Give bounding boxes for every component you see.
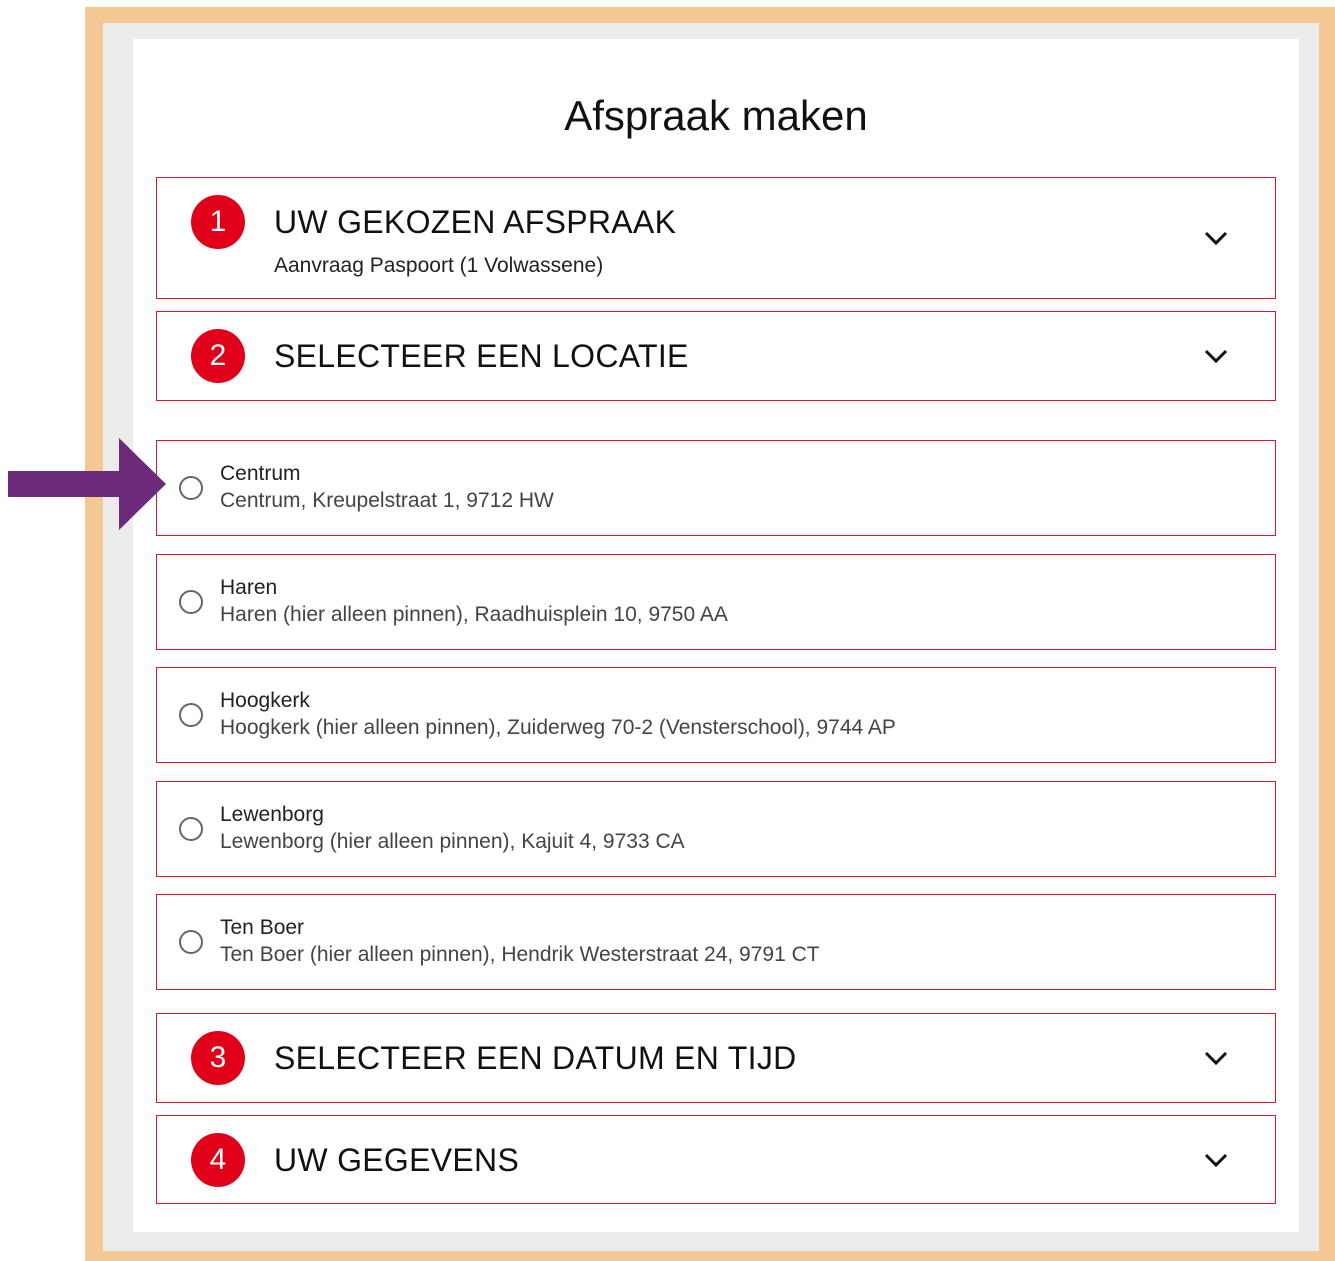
location-option-haren[interactable]: Haren Haren (hier alleen pinnen), Raadhu… [156, 554, 1276, 650]
location-name: Centrum [220, 462, 301, 485]
step-your-details[interactable]: 4 UW GEGEVENS [156, 1115, 1276, 1204]
step-title: UW GEKOZEN AFSPRAAK [274, 204, 677, 240]
step-select-date-time[interactable]: 3 SELECTEER EEN DATUM EN TIJD [156, 1013, 1276, 1103]
step-number-badge: 4 [191, 1133, 245, 1187]
location-address: Haren (hier alleen pinnen), Raadhuisplei… [220, 603, 728, 626]
step-number-badge: 1 [191, 195, 245, 249]
radio-button[interactable] [179, 590, 203, 614]
arrow-pointer-icon [8, 438, 166, 530]
location-address: Lewenborg (hier alleen pinnen), Kajuit 4… [220, 830, 685, 853]
step-number-badge: 2 [191, 329, 245, 383]
location-address: Centrum, Kreupelstraat 1, 9712 HW [220, 489, 554, 512]
page-title: Afspraak maken [564, 92, 868, 139]
step-chosen-appointment[interactable]: 1 UW GEKOZEN AFSPRAAK Aanvraag Paspoort … [156, 177, 1276, 299]
radio-button[interactable] [179, 930, 203, 954]
chevron-down-icon[interactable] [1203, 1152, 1229, 1168]
step-title: UW GEGEVENS [274, 1142, 520, 1178]
location-option-centrum[interactable]: Centrum Centrum, Kreupelstraat 1, 9712 H… [156, 440, 1276, 536]
chevron-down-icon[interactable] [1203, 1050, 1229, 1066]
location-option-lewenborg[interactable]: Lewenborg Lewenborg (hier alleen pinnen)… [156, 781, 1276, 877]
location-name: Lewenborg [220, 803, 324, 826]
location-name: Ten Boer [220, 916, 305, 939]
step-title: SELECTEER EEN DATUM EN TIJD [274, 1040, 797, 1076]
step-title: SELECTEER EEN LOCATIE [274, 338, 689, 374]
radio-button[interactable] [179, 476, 203, 500]
radio-button[interactable] [179, 817, 203, 841]
location-name: Hoogkerk [220, 689, 310, 712]
radio-button[interactable] [179, 703, 203, 727]
chevron-down-icon[interactable] [1203, 230, 1229, 246]
location-address: Ten Boer (hier alleen pinnen), Hendrik W… [220, 943, 820, 966]
step-subtitle: Aanvraag Paspoort (1 Volwassene) [274, 254, 604, 277]
step-number-badge: 3 [191, 1031, 245, 1085]
location-option-hoogkerk[interactable]: Hoogkerk Hoogkerk (hier alleen pinnen), … [156, 667, 1276, 763]
location-option-ten-boer[interactable]: Ten Boer Ten Boer (hier alleen pinnen), … [156, 894, 1276, 990]
step-select-location[interactable]: 2 SELECTEER EEN LOCATIE [156, 311, 1276, 401]
location-address: Hoogkerk (hier alleen pinnen), Zuiderweg… [220, 716, 896, 739]
location-name: Haren [220, 576, 278, 599]
chevron-down-icon[interactable] [1203, 348, 1229, 364]
